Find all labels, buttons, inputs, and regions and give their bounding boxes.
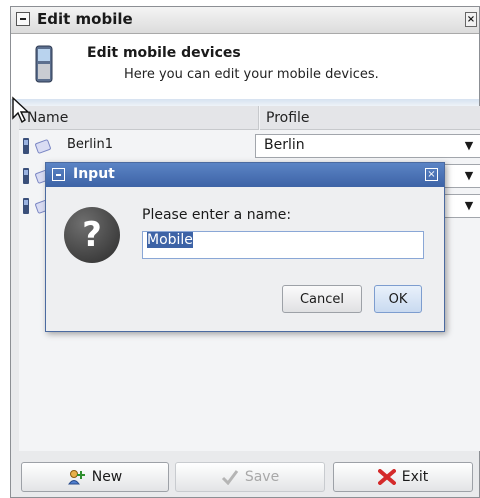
table-row[interactable]: Berlin1 Berlin ▼ xyxy=(19,132,480,161)
new-button-label: New xyxy=(91,469,123,485)
ok-button[interactable]: OK xyxy=(374,285,422,313)
new-button[interactable]: New xyxy=(21,462,169,492)
phone-icon xyxy=(23,138,29,154)
profile-select[interactable]: Berlin ▼ xyxy=(255,134,480,158)
button-bar: New Save Exit xyxy=(11,454,479,494)
red-x-icon xyxy=(377,469,396,485)
header-stripe xyxy=(11,99,479,106)
cancel-button[interactable]: Cancel xyxy=(282,285,362,313)
chevron-down-icon[interactable]: ▼ xyxy=(458,135,480,157)
close-icon[interactable]: × xyxy=(425,168,438,181)
chevron-down-icon[interactable]: ▼ xyxy=(458,165,480,187)
device-icons xyxy=(23,138,59,156)
input-dialog: Input × ? Please enter a name: Mobile Ca… xyxy=(45,162,445,332)
save-button-label: Save xyxy=(244,469,280,485)
mobile-phone-icon xyxy=(35,45,53,83)
exit-button[interactable]: Exit xyxy=(333,462,473,492)
mouse-cursor-icon xyxy=(12,96,30,124)
question-icon: ? xyxy=(64,207,120,263)
header-subtitle: Here you can edit your mobile devices. xyxy=(124,67,379,82)
window-titlebar: Edit mobile × xyxy=(11,7,479,34)
dialog-title: Input xyxy=(73,166,115,182)
tag-icon xyxy=(34,138,52,155)
window-title: Edit mobile xyxy=(37,10,133,28)
close-icon[interactable]: × xyxy=(465,12,477,27)
exit-button-label: Exit xyxy=(401,469,429,485)
row-name: Berlin1 xyxy=(67,137,113,152)
name-input[interactable]: Mobile xyxy=(142,231,424,259)
column-header-profile[interactable]: Profile xyxy=(260,106,480,130)
dialog-prompt: Please enter a name: xyxy=(142,207,292,223)
profile-value: Berlin xyxy=(264,137,305,153)
dialog-titlebar: Input × xyxy=(46,163,444,187)
new-user-icon xyxy=(67,470,85,485)
phone-icon xyxy=(23,168,29,184)
minimize-icon[interactable] xyxy=(52,168,65,181)
phone-icon xyxy=(23,198,29,214)
name-input-value: Mobile xyxy=(147,232,193,248)
checkmark-icon xyxy=(221,470,239,485)
minimize-icon[interactable] xyxy=(16,12,30,26)
column-header-name[interactable]: Name xyxy=(19,106,259,130)
chevron-down-icon[interactable]: ▼ xyxy=(458,195,480,217)
header-title: Edit mobile devices xyxy=(87,45,241,61)
save-button[interactable]: Save xyxy=(175,462,325,492)
